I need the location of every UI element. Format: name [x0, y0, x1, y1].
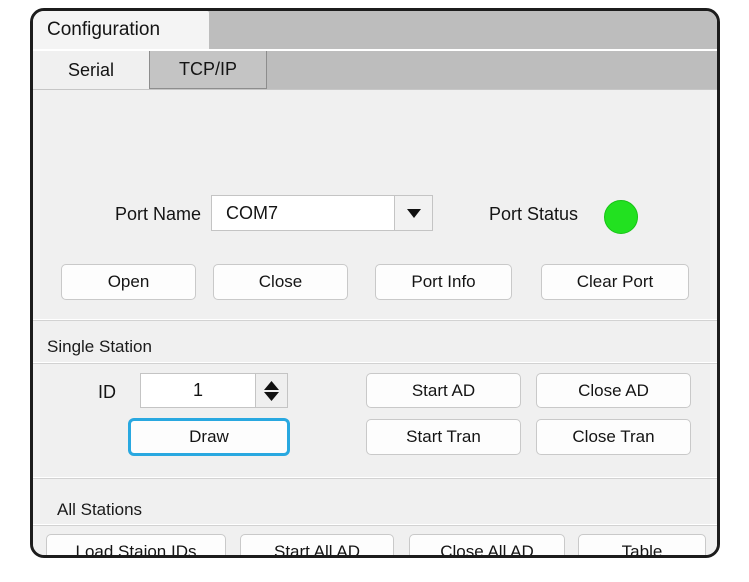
port-status-indicator — [604, 200, 638, 234]
port-info-button[interactable]: Port Info — [375, 264, 512, 300]
single-station-group-label: Single Station — [47, 337, 152, 356]
table-button[interactable]: Table — [578, 534, 706, 558]
all-stations-group-label: All Stations — [57, 500, 143, 519]
draw-button-label: Draw — [189, 427, 229, 446]
open-button-label: Open — [107, 272, 150, 291]
start-all-ad-button[interactable]: Start All AD — [240, 534, 394, 558]
section-divider-1 — [33, 320, 717, 321]
start-tran-button[interactable]: Start Tran — [366, 419, 521, 455]
close-button-label: Close — [258, 272, 303, 291]
close-ad-button[interactable]: Close AD — [536, 373, 691, 408]
port-name-dropdown[interactable]: COM7 — [211, 195, 433, 231]
start-all-ad-button-label: Start All AD — [274, 542, 360, 558]
tab-tcpip[interactable]: TCP/IP — [149, 51, 267, 89]
all-stations-inner-divider — [33, 525, 717, 526]
station-id-spinner-arrows[interactable] — [256, 373, 288, 408]
clear-port-button[interactable]: Clear Port — [541, 264, 689, 300]
station-id-label: ID — [98, 382, 116, 402]
table-button-label: Table — [621, 542, 663, 558]
close-tran-button-label: Close Tran — [572, 427, 655, 446]
port-info-button-label: Port Info — [411, 272, 476, 291]
load-station-ids-button[interactable]: Load Staion IDs — [46, 534, 226, 558]
close-all-ad-button-label: Close All AD — [440, 542, 534, 558]
start-ad-button-label: Start AD — [411, 380, 476, 400]
port-status-label: Port Status — [489, 204, 579, 224]
tab-tcpip-label: TCP/IP — [178, 59, 237, 79]
port-name-label: Port Name — [115, 204, 202, 224]
close-ad-button-label: Close AD — [578, 380, 649, 400]
close-all-ad-button[interactable]: Close All AD — [409, 534, 565, 558]
draw-button[interactable]: Draw — [129, 419, 289, 455]
chevron-down-icon[interactable] — [395, 195, 433, 231]
tab-configuration-label: Configuration — [47, 19, 161, 40]
section-divider-2 — [33, 478, 717, 479]
window-titlebar: Configuration — [33, 11, 717, 51]
tab-serial-label: Serial — [67, 59, 115, 80]
close-button[interactable]: Close — [213, 264, 348, 300]
port-name-value: COM7 — [211, 195, 395, 231]
panel-body: Port Name COM7 Port Status Open Close Po… — [33, 90, 717, 558]
single-station-inner-divider — [33, 363, 717, 364]
close-tran-button[interactable]: Close Tran — [536, 419, 691, 455]
tab-serial[interactable]: Serial — [33, 51, 149, 89]
station-id-stepper[interactable]: 1 — [140, 373, 288, 408]
triangle-up-icon[interactable] — [264, 380, 279, 390]
start-tran-button-label: Start Tran — [406, 427, 481, 446]
tabstrip: Serial TCP/IP — [33, 51, 717, 90]
station-id-value: 1 — [140, 373, 256, 408]
clear-port-button-label: Clear Port — [576, 272, 654, 291]
configuration-window: Configuration Serial TCP/IP Port Name CO… — [30, 8, 720, 558]
triangle-down-icon[interactable] — [264, 391, 279, 401]
start-ad-button[interactable]: Start AD — [366, 373, 521, 408]
load-station-ids-button-label: Load Staion IDs — [75, 542, 197, 558]
tab-configuration[interactable]: Configuration — [33, 11, 209, 49]
open-button[interactable]: Open — [61, 264, 196, 300]
